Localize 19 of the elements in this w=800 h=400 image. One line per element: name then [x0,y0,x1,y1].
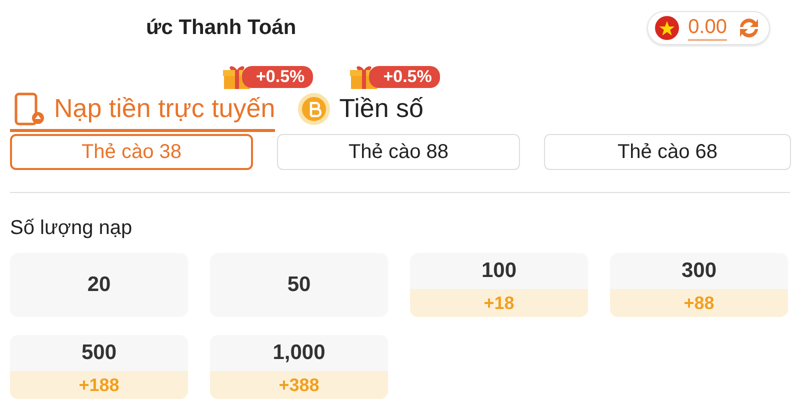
bonus-amount: +388 [210,371,388,399]
star-flag-icon [654,15,680,41]
bonus-amount: +18 [410,289,588,317]
card-option[interactable]: Thẻ cào 68 [544,134,791,170]
amount-option[interactable]: 100 +18 [410,253,588,317]
amount-option[interactable]: 1,000 +388 [210,335,388,399]
section-label: Số lượng nạp [9,216,132,241]
coin-icon [297,92,332,126]
balance-amount: 0.00 [688,16,727,40]
bonus-amount: +188 [10,371,188,399]
card-option[interactable]: Thẻ cào 88 [277,134,520,170]
amount-option[interactable]: 500 +188 [10,335,188,399]
amount-option[interactable]: 300 +88 [610,253,788,317]
bonus-badge: +0.5% [242,66,313,88]
page-title: ức Thanh Toán [146,16,296,40]
amount-option[interactable]: 20 [10,253,188,317]
bonus-amount: +88 [610,289,788,317]
amount-option[interactable]: 50 [210,253,388,317]
bonus-badge: +0.5% [369,66,440,88]
